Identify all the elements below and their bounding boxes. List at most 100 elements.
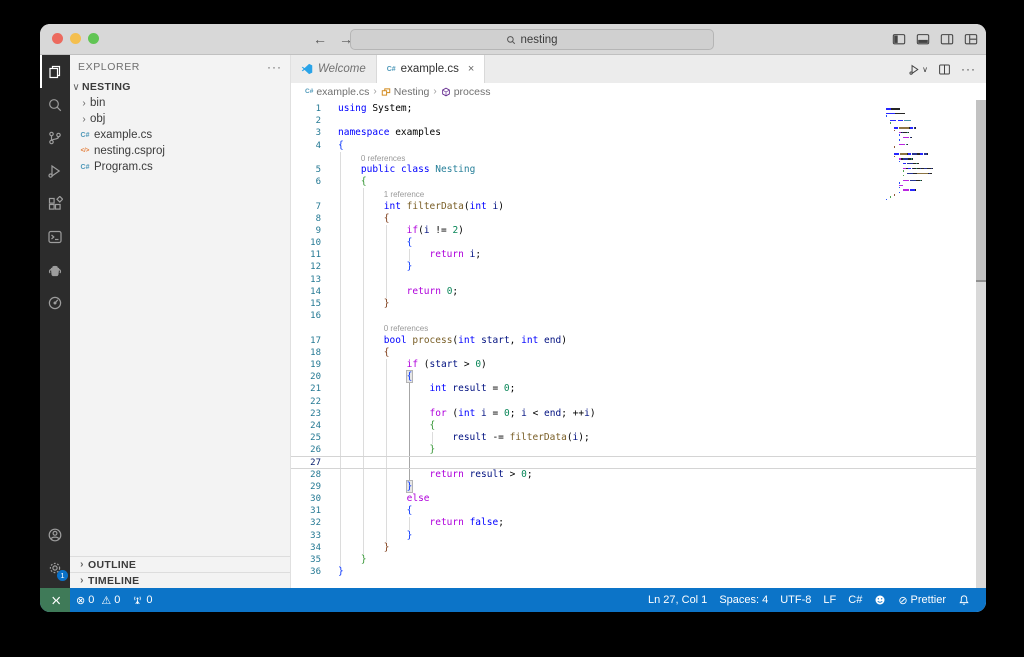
language-mode[interactable]: C#	[842, 594, 868, 606]
tab-welcome[interactable]: Welcome	[291, 55, 377, 83]
code-line-33[interactable]: 33}	[291, 529, 986, 542]
code-line-32[interactable]: 32 return false;	[291, 517, 986, 530]
indentation-setting[interactable]: Spaces: 4	[713, 594, 774, 606]
run-debug-icon[interactable]	[40, 154, 70, 187]
ports-indicator[interactable]: 0	[126, 588, 158, 612]
activity-bar: 1	[40, 55, 70, 588]
feedback-button[interactable]	[868, 594, 892, 606]
code-line-11[interactable]: 11 return i;	[291, 249, 986, 262]
code-line-20[interactable]: 20 {	[291, 371, 986, 384]
settings-icon[interactable]: 1	[40, 551, 70, 584]
line-number: 34	[310, 542, 321, 553]
toggle-panel-bottom-icon[interactable]	[916, 32, 930, 46]
code-line-23[interactable]: 23 for (int i = 0; i < end; ++i)	[291, 407, 986, 420]
tree-item-bin[interactable]: › bin	[70, 95, 290, 111]
panel-timeline[interactable]: › TIMELINE	[70, 572, 290, 588]
minimap-line	[886, 110, 932, 112]
code-line-19[interactable]: 19 if (start > 0)	[291, 358, 986, 372]
code-line-27[interactable]: 27	[291, 456, 986, 469]
back-icon[interactable]: ←	[313, 31, 327, 47]
notifications-button[interactable]	[952, 594, 976, 606]
code-text: {	[338, 139, 344, 151]
code-line-26[interactable]: 26}	[291, 444, 986, 457]
code-line-7[interactable]: 7 int filterData(int i)	[291, 200, 986, 213]
code-line-35[interactable]: 35}	[291, 553, 986, 567]
vertical-scrollbar[interactable]	[976, 100, 986, 588]
gauge-icon[interactable]	[40, 286, 70, 319]
terminal-icon[interactable]	[40, 220, 70, 253]
problems-indicator[interactable]: ⊗ 0 ⚠ 0	[70, 588, 126, 612]
code-line-4[interactable]: 4{	[291, 140, 986, 152]
toggle-sidebar-left-icon[interactable]	[892, 32, 906, 46]
code-line-10[interactable]: 10 {	[291, 237, 986, 250]
split-editor-button[interactable]	[938, 63, 951, 76]
minimize-window-button[interactable]	[70, 33, 81, 44]
close-tab-icon[interactable]: ×	[468, 63, 474, 75]
tab-example-cs[interactable]: C# example.cs ×	[376, 55, 486, 83]
scrollbar-thumb[interactable]	[976, 100, 986, 282]
code-line-13[interactable]: 13	[291, 273, 986, 286]
zoom-window-button[interactable]	[88, 33, 99, 44]
code-line-17[interactable]: 17 bool process(int start, int end)	[291, 334, 986, 347]
code-line-5[interactable]: 5 public class Nesting	[291, 163, 986, 177]
code-line-15[interactable]: 15}	[291, 298, 986, 311]
code-line-22[interactable]: 22	[291, 395, 986, 408]
extensions-icon[interactable]	[40, 187, 70, 220]
code-line-12[interactable]: 12}	[291, 261, 986, 274]
code-line-9[interactable]: 9 if(i != 2)	[291, 224, 986, 238]
minimap[interactable]	[886, 108, 934, 201]
code-line-16[interactable]: 16	[291, 310, 986, 323]
customize-layout-icon[interactable]	[964, 32, 978, 46]
command-center-search[interactable]: nesting	[350, 29, 714, 50]
minimap-line	[886, 186, 932, 189]
code-line-21[interactable]: 21 int result = 0;	[291, 383, 986, 396]
code-line-8[interactable]: 8{	[291, 212, 986, 225]
search-icon[interactable]	[40, 88, 70, 121]
tree-section-nesting[interactable]: ∨ NESTING	[70, 79, 290, 95]
panel-outline[interactable]: › OUTLINE	[70, 556, 290, 572]
tree-item-example-cs[interactable]: C# example.cs	[70, 127, 290, 143]
code-line-25[interactable]: 25 result -= filterData(i);	[291, 432, 986, 445]
code-line-2[interactable]: 2	[291, 115, 986, 127]
cursor-position[interactable]: Ln 27, Col 1	[642, 594, 713, 606]
encoding-setting[interactable]: UTF-8	[774, 594, 817, 606]
breadcrumb-item-example-cs[interactable]: C# example.cs	[305, 86, 369, 98]
code-line-1[interactable]: 1 using System;	[291, 103, 986, 115]
code-line-30[interactable]: 30 else	[291, 493, 986, 506]
code-line-31[interactable]: 31 {	[291, 505, 986, 518]
code-line-28[interactable]: 28 return result > 0;	[291, 468, 986, 481]
toggle-sidebar-right-icon[interactable]	[940, 32, 954, 46]
line-number: 9	[315, 225, 321, 236]
code-line-6[interactable]: 6{	[291, 176, 986, 189]
line-number: 10	[310, 238, 321, 249]
code-line-34[interactable]: 34}	[291, 541, 986, 554]
code-line-18[interactable]: 18 {	[291, 346, 986, 359]
account-icon[interactable]	[40, 518, 70, 551]
close-window-button[interactable]	[52, 33, 63, 44]
code-line-36[interactable]: 36}	[291, 566, 986, 578]
breadcrumb-item-process[interactable]: process	[441, 86, 490, 98]
tree-item-nesting-csproj[interactable]: </> nesting.csproj	[70, 143, 290, 159]
code-line-3[interactable]: 3 namespace examples	[291, 127, 986, 139]
more-actions-icon[interactable]: ···	[961, 62, 976, 76]
tree-item-Program-cs[interactable]: C# Program.cs	[70, 159, 290, 175]
code-editor[interactable]: 1 using System; 2 3 namespace examples 4{0 re…	[291, 100, 986, 588]
breadcrumb-item-nesting[interactable]: Nesting	[381, 86, 429, 98]
eol-setting[interactable]: LF	[817, 594, 842, 606]
tree-item-obj[interactable]: › obj	[70, 111, 290, 127]
active-indent-guide	[408, 407, 410, 420]
source-control-icon[interactable]	[40, 121, 70, 154]
remote-indicator[interactable]	[40, 588, 70, 612]
code-line-14[interactable]: 14 return 0;	[291, 285, 986, 298]
teapot-icon[interactable]	[40, 253, 70, 286]
run-or-debug-button[interactable]: ∨	[908, 63, 928, 76]
indent-guide	[340, 237, 341, 250]
tab-bar: Welcome C# example.cs × ∨ ···	[291, 55, 986, 83]
codelens-row: 1 reference	[291, 188, 986, 201]
code-line-29[interactable]: 29}	[291, 480, 986, 493]
indent-guide	[340, 334, 341, 347]
explorer-icon[interactable]	[40, 55, 70, 88]
formatter-status[interactable]: ⊘ Prettier	[892, 594, 952, 607]
explorer-more-actions-icon[interactable]: ···	[267, 60, 282, 74]
code-line-24[interactable]: 24 {	[291, 419, 986, 433]
